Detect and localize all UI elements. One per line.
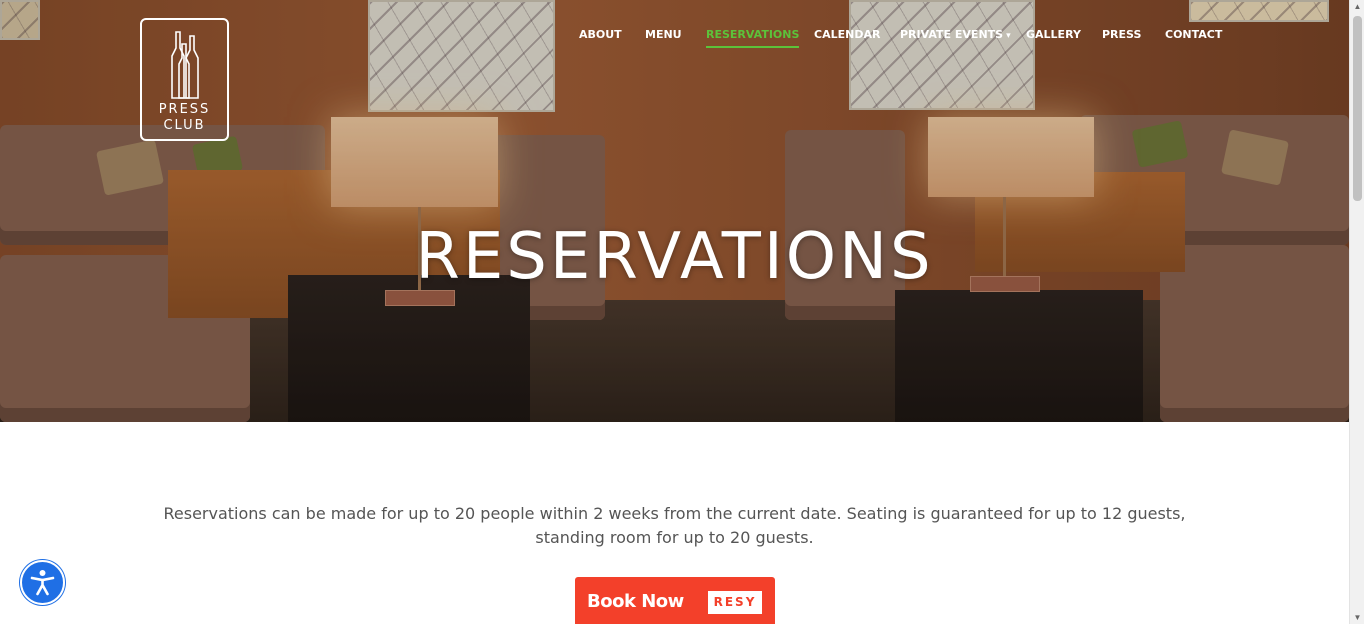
chevron-down-icon: ▾ [1006,31,1011,41]
logo-text-line1: PRESS [158,102,211,117]
accessibility-button[interactable] [20,560,65,605]
nav-contact[interactable]: CONTACT [1165,28,1222,46]
scrollbar-thumb[interactable] [1353,16,1362,201]
press-club-logo[interactable]: PRESS CLUB [140,18,229,141]
wine-bottles-icon [171,31,199,99]
resy-badge: RESY [708,591,762,614]
scroll-down-arrow-icon[interactable]: ▼ [1353,613,1362,622]
nav-private-events-label: PRIVATE EVENTS [900,28,1004,41]
book-now-label: Book Now [587,591,684,612]
nav-reservations[interactable]: RESERVATIONS [706,28,800,48]
logo-text-line2: CLUB [163,118,206,133]
hero-banner: PRESS CLUB ABOUT MENU RESERVATIONS CALEN… [0,0,1349,422]
page-title: RESERVATIONS [415,220,934,294]
nav-gallery[interactable]: GALLERY [1026,28,1081,46]
nav-calendar[interactable]: CALENDAR [814,28,880,46]
reservation-info-text: Reservations can be made for up to 20 pe… [163,504,1186,547]
scroll-up-arrow-icon[interactable]: ▲ [1353,2,1362,11]
nav-private-events[interactable]: PRIVATE EVENTS ▾ [900,28,1011,46]
nav-menu[interactable]: MENU [645,28,682,46]
accessibility-icon [30,570,55,596]
book-now-button[interactable]: Book Now RESY [575,577,775,624]
nav-press[interactable]: PRESS [1102,28,1141,46]
nav-about[interactable]: ABOUT [579,28,622,46]
page-scrollbar[interactable]: ▲ ▼ [1349,0,1364,624]
